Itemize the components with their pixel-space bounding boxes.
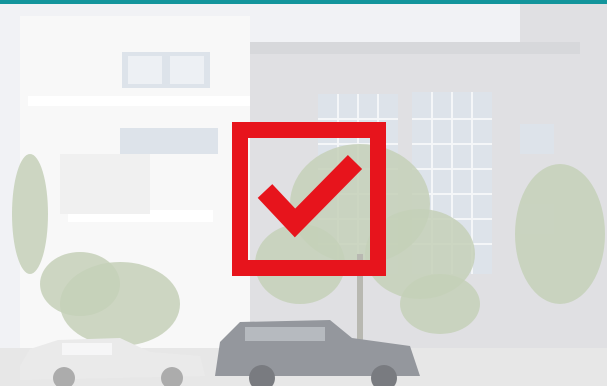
building-photo xyxy=(0,4,607,386)
photo-wash xyxy=(0,4,607,386)
photo-frame xyxy=(0,0,607,386)
